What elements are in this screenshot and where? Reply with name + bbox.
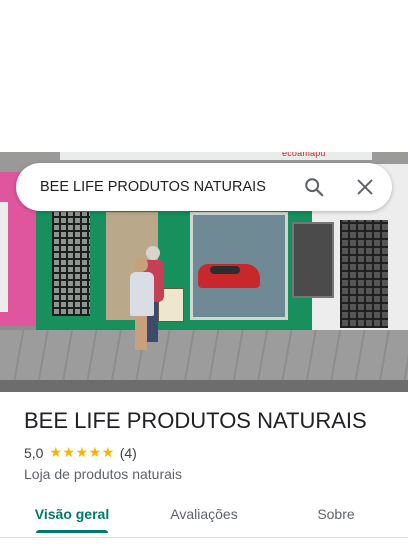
neighbor-gate bbox=[340, 220, 388, 328]
review-count[interactable]: (4) bbox=[120, 445, 137, 461]
star-rating-icon: ★★★★★ bbox=[49, 444, 115, 460]
close-icon[interactable] bbox=[354, 176, 376, 198]
sign-text: ecoamapu bbox=[282, 152, 326, 158]
search-input[interactable]: BEE LIFE PRODUTOS NATURAIS bbox=[40, 163, 266, 211]
divider bbox=[0, 537, 408, 538]
rating-value: 5,0 bbox=[24, 444, 44, 461]
meter-panel bbox=[292, 222, 334, 298]
place-category[interactable]: Loja de produtos naturais bbox=[24, 466, 182, 482]
tab-reviews[interactable]: Avaliações bbox=[156, 498, 252, 538]
search-icon[interactable] bbox=[303, 176, 325, 198]
tab-about[interactable]: Sobre bbox=[292, 498, 380, 538]
place-title: BEE LIFE PRODUTOS NATURAIS bbox=[24, 408, 367, 433]
rating-row[interactable]: 5,0 ★★★★★ (4) bbox=[24, 444, 137, 461]
curb bbox=[0, 380, 408, 392]
active-tab-indicator bbox=[36, 530, 108, 533]
search-bar[interactable]: BEE LIFE PRODUTOS NATURAIS bbox=[16, 163, 392, 211]
window-grate bbox=[52, 212, 90, 316]
car-window bbox=[210, 266, 240, 274]
pedestrian bbox=[130, 258, 154, 352]
tab-bar: Visão geral Avaliações Sobre bbox=[0, 498, 408, 538]
wall-stripe bbox=[0, 202, 8, 312]
